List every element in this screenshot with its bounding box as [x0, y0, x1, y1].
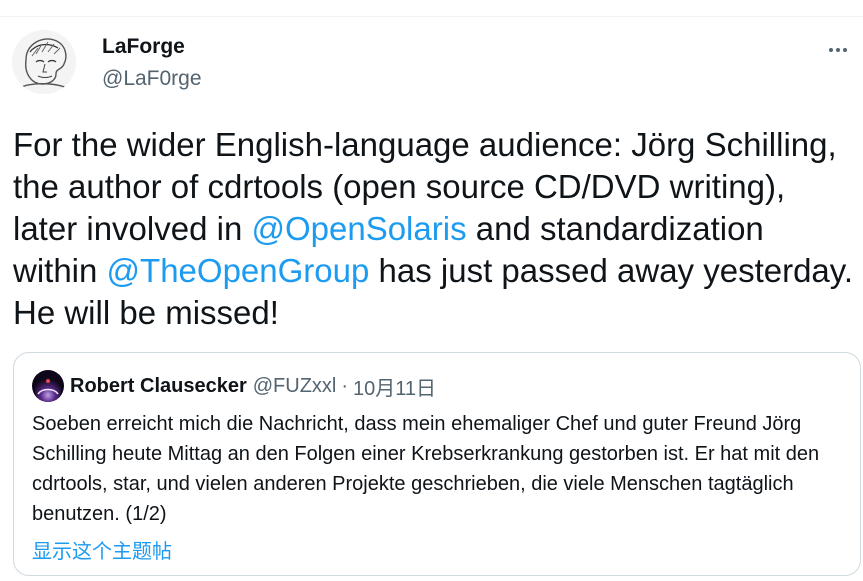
- more-horizontal-icon[interactable]: [824, 40, 852, 60]
- divider: [0, 16, 863, 17]
- mention-link-opensolaris[interactable]: @OpenSolaris: [251, 210, 466, 247]
- tweet-page: LaForge @LaF0rge For the wider English-l…: [0, 0, 863, 581]
- show-thread-link[interactable]: 显示这个主题帖: [32, 535, 172, 564]
- quoted-author-name[interactable]: Robert Clausecker: [70, 375, 247, 398]
- dot: [843, 48, 847, 52]
- mention-link-theopengroup[interactable]: @TheOpenGroup: [107, 252, 370, 289]
- separator-dot: ·: [341, 374, 349, 397]
- author-avatar[interactable]: [12, 30, 76, 94]
- author-display-name[interactable]: LaForge: [102, 35, 202, 59]
- author-avatar-image: [12, 30, 76, 94]
- dot: [836, 48, 840, 52]
- dot: [829, 48, 833, 52]
- quoted-tweet-text: Soeben erreicht mich die Nachricht, dass…: [32, 413, 820, 525]
- quoted-tweet-header: Robert Clausecker @FUZxxl · 10月11日: [32, 370, 436, 402]
- tweet-header: LaForge @LaF0rge: [12, 30, 852, 94]
- quoted-author-handle[interactable]: @FUZxxl: [253, 375, 337, 398]
- quoted-author-avatar[interactable]: [32, 370, 64, 402]
- quoted-author-avatar-image: [32, 370, 64, 402]
- author-info: LaForge @LaF0rge: [102, 35, 202, 91]
- quoted-tweet-date[interactable]: 10月11日: [353, 372, 436, 401]
- author-handle[interactable]: @LaF0rge: [102, 67, 202, 91]
- tweet-text: For the wider English-language audience:…: [13, 124, 853, 334]
- quoted-tweet-card[interactable]: Robert Clausecker @FUZxxl · 10月11日 Soebe…: [13, 352, 861, 576]
